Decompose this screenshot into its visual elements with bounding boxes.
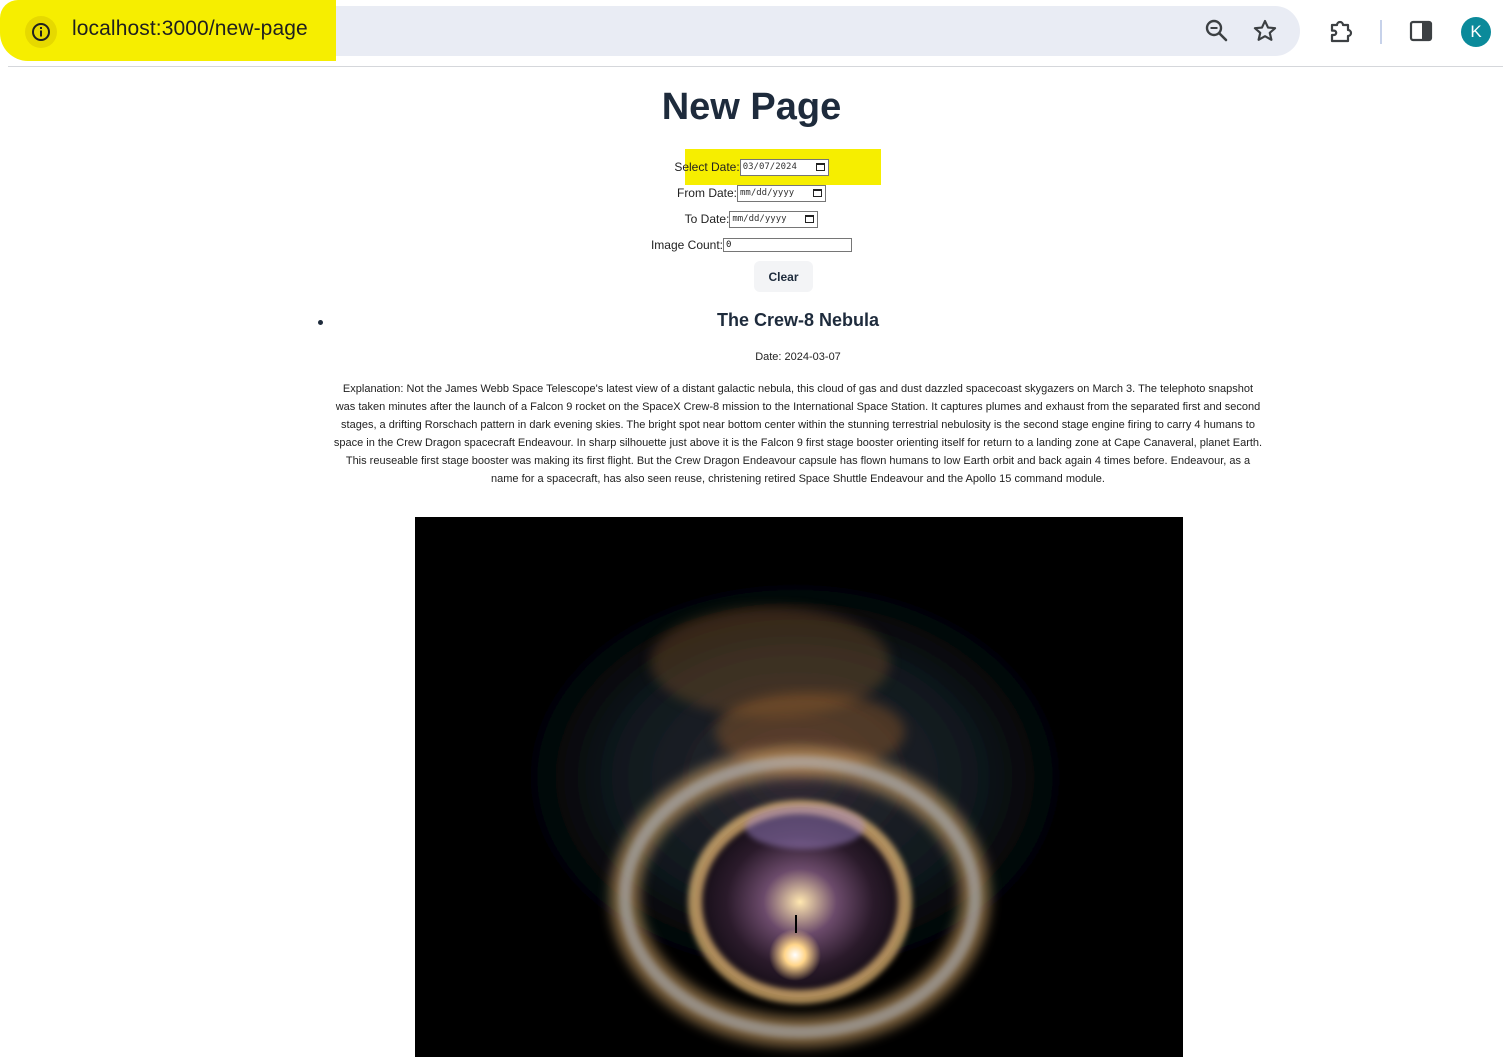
browser-toolbar: localhost:3000/new-page K (0, 0, 1503, 68)
zoom-icon[interactable] (1202, 16, 1232, 46)
to-date-label: To Date: (684, 212, 730, 226)
extensions-icon[interactable] (1326, 16, 1356, 46)
info-icon[interactable] (25, 16, 57, 48)
url-text[interactable]: localhost:3000/new-page (72, 17, 308, 41)
list-bullet (318, 320, 323, 325)
calendar-icon[interactable] (813, 189, 822, 197)
to-date-input[interactable]: mm/dd/yyyy (729, 210, 819, 228)
toolbar-divider (1380, 20, 1382, 44)
profile-avatar[interactable]: K (1461, 17, 1491, 47)
from-date-row: From Date: mm/dd/yyyy (0, 183, 1503, 203)
item-title: The Crew-8 Nebula (716, 310, 880, 330)
side-panel-icon[interactable] (1406, 16, 1436, 46)
calendar-icon[interactable] (815, 163, 825, 171)
to-date-placeholder: mm/dd/yyyy (732, 214, 787, 224)
clear-button[interactable]: Clear (754, 261, 813, 292)
item-date: Date: 2024-03-07 (755, 351, 841, 363)
nebula-image (415, 517, 1183, 1057)
star-icon[interactable] (1250, 16, 1280, 46)
page-title: New Page (661, 86, 842, 128)
select-date-value: 03/07/2024 (742, 162, 797, 172)
select-date-label: Select Date: (674, 160, 740, 174)
item-explanation: Explanation: Not the James Webb Space Te… (333, 383, 1263, 485)
calendar-icon[interactable] (805, 215, 815, 223)
image-count-input[interactable]: 0 (723, 238, 853, 252)
select-date-input[interactable]: 03/07/2024 (739, 158, 829, 176)
to-date-row: To Date: mm/dd/yyyy (0, 209, 1503, 229)
from-date-label: From Date: (676, 186, 737, 200)
from-date-input[interactable]: mm/dd/yyyy (737, 184, 826, 202)
toolbar-separator (8, 66, 1503, 67)
select-date-row: Select Date: 03/07/2024 (0, 149, 1503, 185)
image-count-row: Image Count: 0 (0, 235, 1503, 255)
from-date-placeholder: mm/dd/yyyy (740, 188, 795, 198)
image-count-label: Image Count: (650, 238, 724, 252)
